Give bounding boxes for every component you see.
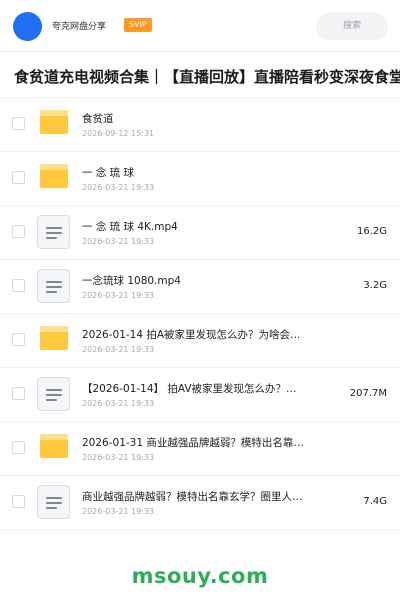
file-name: 一 念 琉 球 (82, 167, 135, 179)
file-date: 2026-03-21 19:33 (82, 399, 155, 408)
share-title-row: 食贫道充电视频合集｜【直播回放】直播陪看秒变深夜食堂 (0, 52, 400, 98)
file-name: 【2026-01-14】 拍AV被家里发现怎么办？… (82, 383, 297, 395)
file-row[interactable]: 2026-01-31 商业越强品牌越弱？模特出名靠… 2026-03-21 19… (0, 422, 400, 476)
search-button[interactable]: 搜索 (316, 12, 388, 40)
file-date: 2026-03-21 19:33 (82, 507, 155, 516)
file-row[interactable]: 2026-01-14 拍A被家里发现怎么办？为啥会… 2026-03-21 19… (0, 314, 400, 368)
svip-badge: SVIP (124, 18, 152, 32)
watermark-logo: msouy.com (131, 564, 269, 588)
file-row[interactable]: 【2026-01-14】 拍AV被家里发现怎么办？… 2026-03-21 19… (0, 368, 400, 422)
file-name: 2026-01-14 拍A被家里发现怎么办？为啥会… (82, 329, 301, 341)
row-checkbox[interactable] (12, 279, 25, 292)
row-checkbox[interactable] (12, 333, 25, 346)
file-date: 2026-09-12 15:31 (82, 129, 155, 138)
file-row[interactable]: 一 念 琉 球 4K.mp4 2026-03-21 19:33 16.2G (0, 206, 400, 260)
file-row[interactable]: 一 念 琉 球 2026-03-21 19:33 (0, 152, 400, 206)
file-name: 食贫道 (82, 113, 114, 125)
row-checkbox[interactable] (12, 117, 25, 130)
video-file-icon (37, 485, 70, 519)
file-name: 2026-01-31 商业越强品牌越弱？模特出名靠… (82, 437, 304, 449)
file-size: 3.2G (363, 280, 387, 291)
video-file-icon (37, 377, 70, 411)
row-checkbox[interactable] (12, 171, 25, 184)
file-list: 食贫道 2026-09-12 15:31 一 念 琉 球 2026-03-21 … (0, 98, 400, 530)
file-name: 一念琉球 1080.mp4 (82, 275, 181, 287)
row-checkbox[interactable] (12, 225, 25, 238)
file-size: 16.2G (356, 226, 387, 237)
folder-icon (40, 326, 68, 350)
file-row[interactable]: 一念琉球 1080.mp4 2026-03-21 19:33 3.2G (0, 260, 400, 314)
folder-icon (40, 164, 68, 188)
file-row[interactable]: 食贫道 2026-09-12 15:31 (0, 98, 400, 152)
row-checkbox[interactable] (12, 495, 25, 508)
video-file-icon (37, 215, 70, 249)
file-date: 2026-03-21 19:33 (82, 183, 155, 192)
file-size: 207.7M (349, 388, 387, 399)
file-name: 一 念 琉 球 4K.mp4 (82, 221, 178, 233)
site-name: 夸克网盘分享 (52, 22, 107, 32)
file-row[interactable]: 商业越强品牌越弱？模特出名靠玄学？圈里人视角锐评时… 2026-03-21 19… (0, 476, 400, 530)
file-date: 2026-03-21 19:33 (82, 237, 155, 246)
row-checkbox[interactable] (12, 387, 25, 400)
file-date: 2026-03-21 19:33 (82, 345, 155, 354)
folder-icon (40, 110, 68, 134)
share-header: 夸克网盘分享 SVIP 搜索 (0, 0, 400, 52)
file-name: 商业越强品牌越弱？模特出名靠玄学？圈里人视角锐评时… (82, 491, 312, 503)
file-date: 2026-03-21 19:33 (82, 291, 155, 300)
video-file-icon (37, 269, 70, 303)
file-size: 7.4G (363, 496, 387, 507)
avatar[interactable] (13, 12, 42, 41)
folder-icon (40, 434, 68, 458)
share-title: 食贫道充电视频合集｜【直播回放】直播陪看秒变深夜食堂 (14, 68, 400, 86)
row-checkbox[interactable] (12, 441, 25, 454)
file-date: 2026-03-21 19:33 (82, 453, 155, 462)
